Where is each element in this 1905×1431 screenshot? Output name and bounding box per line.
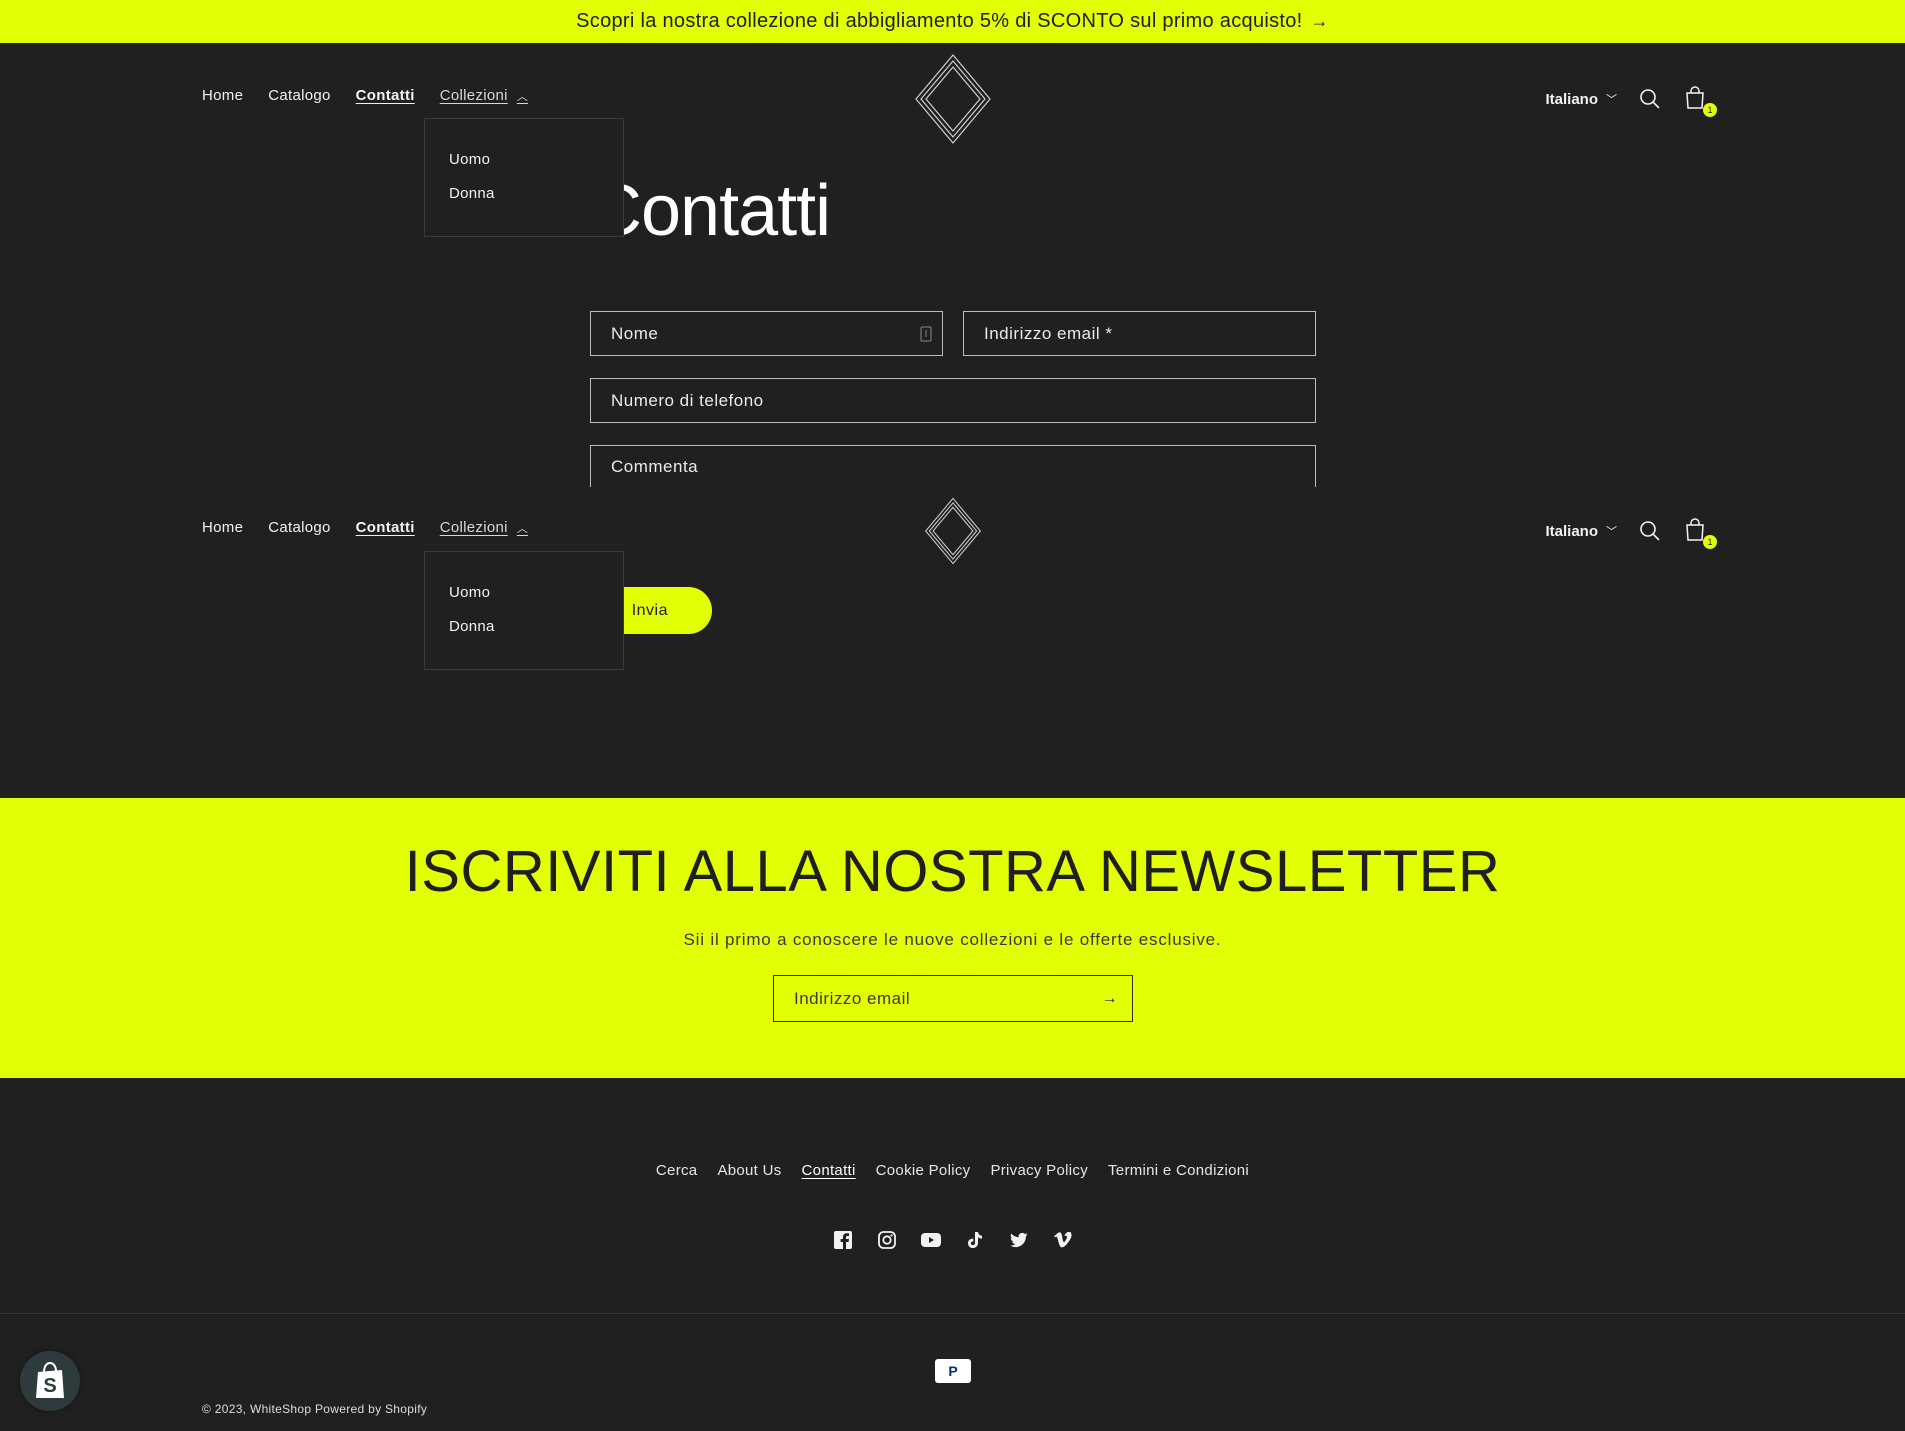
header-actions: Italiano ﹀ 1	[1545, 518, 1717, 549]
nav-item-catalogo[interactable]: Catalogo	[268, 519, 330, 536]
footer-link-about[interactable]: About Us	[717, 1162, 781, 1179]
paypal-label: P	[948, 1363, 958, 1379]
chevron-up-icon: ︿	[516, 522, 529, 535]
collections-dropdown: Uomo Donna	[424, 118, 624, 237]
email-field[interactable]: Indirizzo email *	[963, 311, 1316, 356]
footer-divider	[0, 1313, 1905, 1314]
autofill-icon	[920, 326, 932, 342]
submit-label: Invia	[631, 601, 668, 619]
social-links	[0, 1230, 1905, 1250]
nav-item-catalogo[interactable]: Catalogo	[268, 87, 330, 104]
powered-by-link[interactable]: Powered by Shopify	[315, 1402, 427, 1416]
name-placeholder: Nome	[611, 323, 659, 343]
language-selector[interactable]: Italiano ﹀	[1545, 91, 1617, 108]
paypal-icon: P	[935, 1359, 971, 1383]
announcement-text: Scopri la nostra collezione di abbigliam…	[576, 10, 1303, 32]
phone-field[interactable]: Numero di telefono	[590, 378, 1316, 423]
dropdown-item-donna[interactable]: Donna	[449, 185, 495, 202]
header-actions: Italiano ﹀ 1	[1545, 86, 1717, 117]
twitter-icon[interactable]	[1009, 1230, 1029, 1250]
comment-placeholder: Commenta	[611, 457, 699, 476]
footer-link-termini[interactable]: Termini e Condizioni	[1108, 1162, 1249, 1179]
instagram-icon[interactable]	[877, 1230, 897, 1250]
newsletter-section: ISCRIVITI ALLA NOSTRA NEWSLETTER Sii il …	[0, 798, 1905, 1078]
newsletter-email-input[interactable]: Indirizzo email →	[773, 975, 1133, 1022]
nav-item-collezioni[interactable]: Collezioni ︿	[440, 519, 528, 536]
chevron-up-icon: ︿	[516, 90, 529, 103]
footer-menu: Cerca About Us Contatti Cookie Policy Pr…	[0, 1162, 1905, 1179]
nav-item-collezioni-label: Collezioni	[439, 87, 508, 104]
nav-item-contatti[interactable]: Contatti	[356, 87, 415, 104]
newsletter-email-placeholder: Indirizzo email	[794, 988, 911, 1008]
phone-placeholder: Numero di telefono	[611, 390, 764, 410]
diamond-logo-icon	[914, 54, 991, 144]
nav-item-contatti[interactable]: Contatti	[356, 519, 415, 536]
language-label: Italiano	[1545, 522, 1598, 540]
tiktok-icon[interactable]	[965, 1230, 985, 1250]
main-nav: Home Catalogo Contatti Collezioni ︿	[202, 87, 553, 104]
arrow-right-icon[interactable]: →	[1102, 990, 1119, 1008]
sticky-main-nav: Home Catalogo Contatti Collezioni ︿	[202, 519, 553, 536]
copyright-prefix: © 2023,	[202, 1402, 247, 1416]
language-label: Italiano	[1545, 90, 1598, 108]
dropdown-item-uomo[interactable]: Uomo	[449, 151, 490, 168]
shopify-badge[interactable]: S	[20, 1351, 80, 1411]
sticky-header: Home Catalogo Contatti Collezioni ︿ Itali…	[0, 488, 1905, 572]
logo[interactable]	[924, 497, 982, 570]
search-icon[interactable]	[1639, 88, 1661, 110]
cart-button[interactable]: 1	[1685, 86, 1717, 117]
announcement-bar[interactable]: Scopri la nostra collezione di abbigliam…	[0, 0, 1905, 43]
footer-link-contatti[interactable]: Contatti	[802, 1162, 856, 1179]
footer-link-cerca[interactable]: Cerca	[656, 1162, 698, 1179]
logo[interactable]	[914, 53, 992, 150]
newsletter-subtitle: Sii il primo a conoscere le nuove collez…	[683, 930, 1222, 949]
nav-item-collezioni-label: Collezioni	[439, 519, 508, 536]
cart-count-badge: 1	[1703, 535, 1717, 549]
email-placeholder: Indirizzo email *	[984, 323, 1113, 343]
chevron-down-icon: ﹀	[1606, 526, 1617, 538]
footer-link-cookie[interactable]: Cookie Policy	[876, 1162, 971, 1179]
shopify-bag-icon: S	[36, 1362, 64, 1398]
footer-link-privacy[interactable]: Privacy Policy	[990, 1162, 1088, 1179]
vimeo-icon[interactable]	[1053, 1230, 1073, 1250]
collections-dropdown: Uomo Donna	[424, 551, 624, 670]
comment-field[interactable]: Commenta	[590, 445, 1316, 487]
newsletter-title: ISCRIVITI ALLA NOSTRA NEWSLETTER	[404, 839, 1501, 904]
nav-item-collezioni[interactable]: Collezioni ︿	[440, 87, 528, 104]
shopping-bag-icon	[1686, 518, 1704, 541]
cart-count-badge: 1	[1703, 103, 1717, 117]
dropdown-item-donna[interactable]: Donna	[449, 618, 495, 635]
shop-name-link[interactable]: WhiteShop	[250, 1402, 311, 1416]
search-icon[interactable]	[1639, 520, 1661, 542]
chevron-down-icon: ﹀	[1606, 94, 1617, 106]
facebook-icon[interactable]	[833, 1230, 853, 1250]
language-selector[interactable]: Italiano ﹀	[1545, 523, 1617, 540]
diamond-logo-icon	[924, 497, 981, 565]
dropdown-item-uomo[interactable]: Uomo	[449, 584, 490, 601]
nav-item-home[interactable]: Home	[202, 87, 243, 104]
svg-text:S: S	[43, 1375, 56, 1397]
cart-button[interactable]: 1	[1685, 518, 1717, 549]
arrow-right-icon: →	[1310, 11, 1329, 31]
page-title: Contatti	[590, 171, 831, 251]
copyright: © 2023, WhiteShop Powered by Shopify	[202, 1402, 427, 1416]
shopping-bag-icon	[1686, 86, 1704, 109]
youtube-icon[interactable]	[920, 1230, 941, 1250]
nav-item-home[interactable]: Home	[202, 519, 243, 536]
site-header: Home Catalogo Contatti Collezioni ︿ Itali…	[0, 50, 1905, 144]
name-field[interactable]: Nome	[590, 311, 943, 356]
